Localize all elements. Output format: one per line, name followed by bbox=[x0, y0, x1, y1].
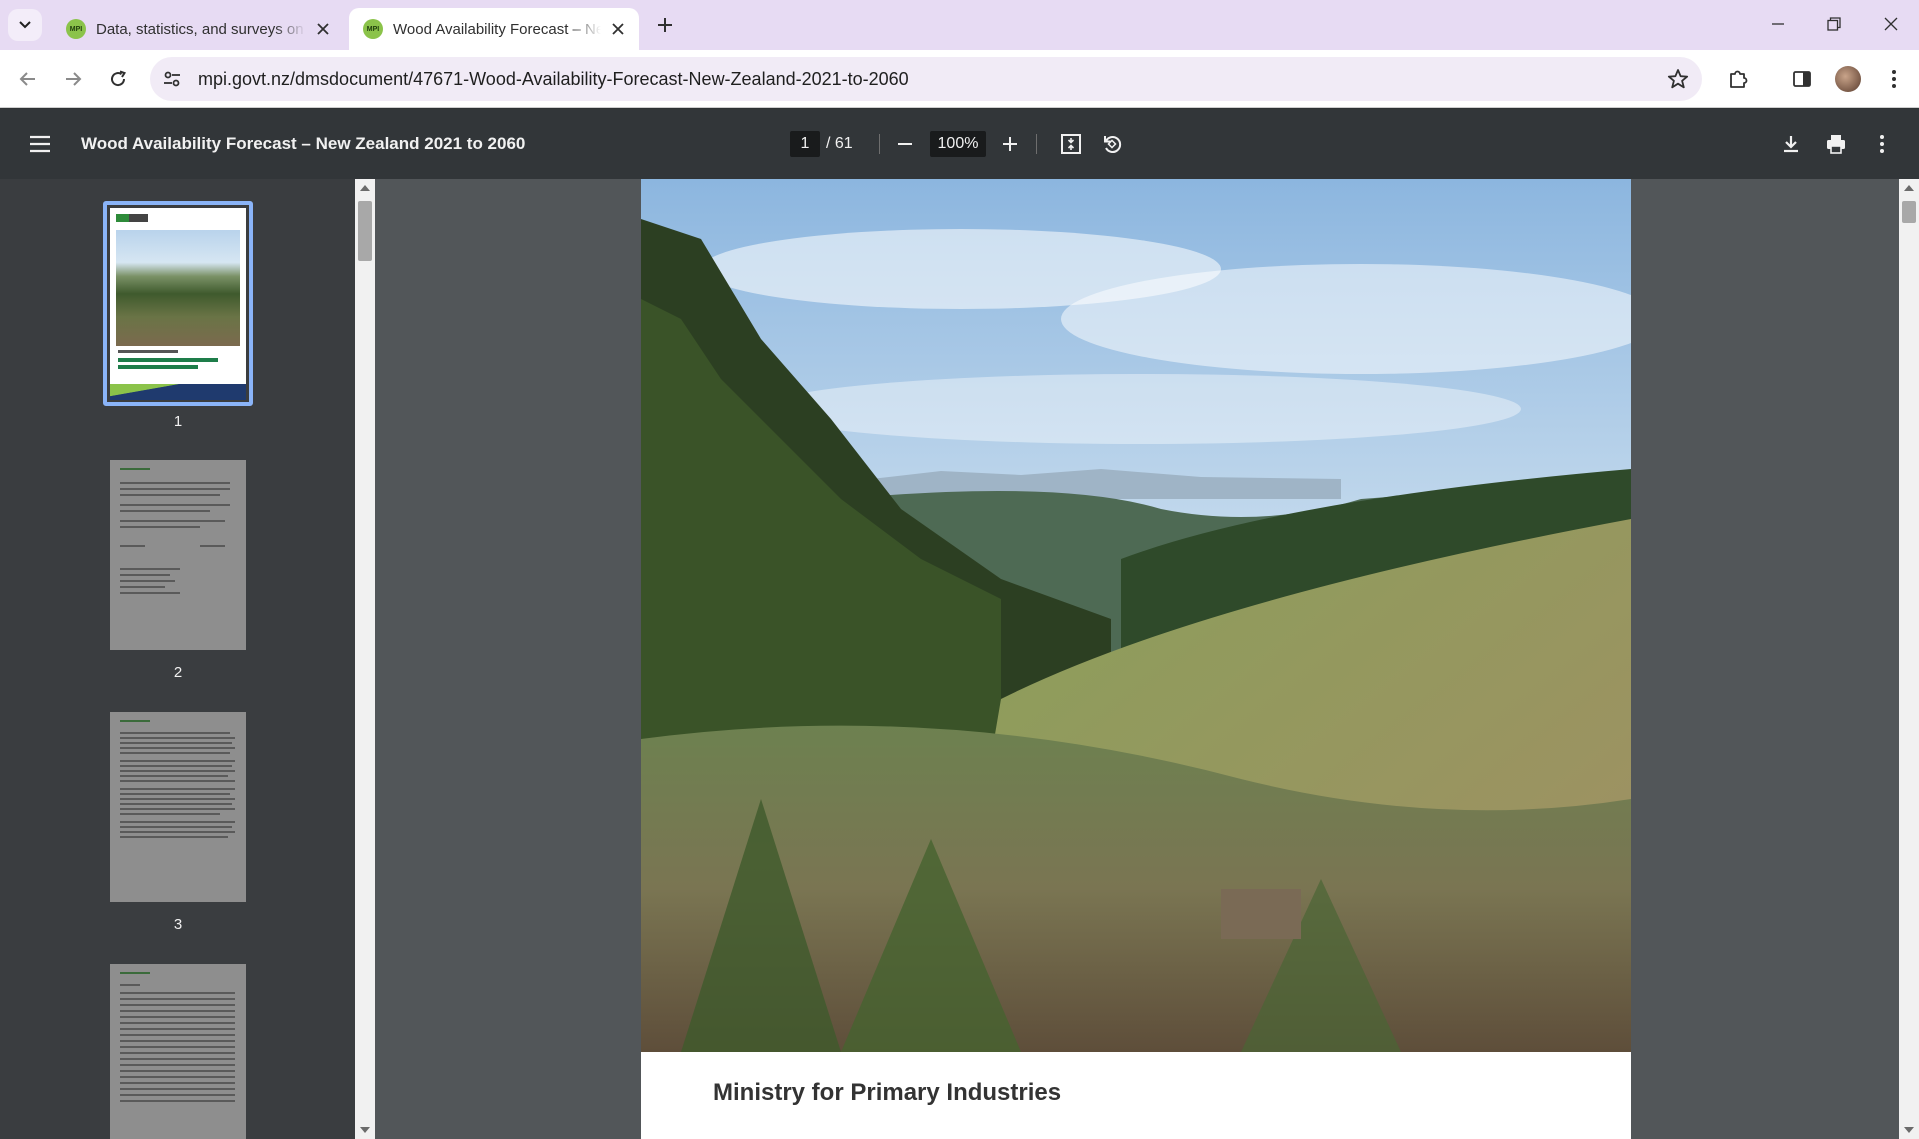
cover-heading: Ministry for Primary Industries bbox=[713, 1079, 1062, 1106]
tab-wood-availability[interactable]: MPI Wood Availability Forecast – New Zea… bbox=[349, 8, 639, 50]
thumbnail-image bbox=[110, 460, 246, 650]
thumbnail-image bbox=[110, 712, 246, 902]
new-tab-button[interactable] bbox=[650, 10, 680, 40]
star-icon bbox=[1667, 69, 1689, 89]
toolbar-divider bbox=[879, 134, 880, 154]
close-icon bbox=[317, 23, 329, 35]
page-total: / 61 bbox=[826, 135, 853, 152]
tune-icon bbox=[164, 71, 180, 87]
site-info-button[interactable] bbox=[160, 67, 184, 91]
plus-icon bbox=[658, 18, 672, 32]
profile-avatar[interactable] bbox=[1835, 66, 1861, 92]
back-button[interactable] bbox=[12, 63, 44, 95]
close-tab-button[interactable] bbox=[312, 18, 334, 40]
close-icon bbox=[1884, 17, 1898, 31]
reload-icon bbox=[111, 70, 127, 87]
scrollbar-thumb[interactable] bbox=[1902, 201, 1916, 223]
more-vertical-icon bbox=[1892, 70, 1896, 88]
puzzle-icon bbox=[1730, 70, 1748, 88]
thumbnail-image bbox=[110, 208, 246, 400]
scroll-up-arrow[interactable] bbox=[360, 185, 370, 191]
thumbnail-label: 3 bbox=[173, 916, 183, 933]
more-vertical-icon bbox=[1880, 135, 1884, 153]
tab-title: Wood Availability Forecast – New Zealand… bbox=[393, 20, 601, 38]
minus-icon bbox=[898, 143, 912, 145]
zoom-level-input[interactable]: 100% bbox=[930, 131, 986, 157]
arrow-right-icon bbox=[66, 72, 82, 86]
zoom-out-button[interactable] bbox=[890, 129, 920, 159]
side-panel-icon bbox=[1793, 71, 1811, 87]
pdf-toolbar: Wood Availability Forecast – New Zealand… bbox=[0, 109, 1919, 179]
side-panel-button[interactable] bbox=[1786, 63, 1818, 95]
menu-icon bbox=[30, 135, 50, 153]
chevron-down-icon bbox=[19, 21, 31, 29]
zoom-in-button[interactable] bbox=[995, 129, 1025, 159]
close-tab-button[interactable] bbox=[607, 18, 629, 40]
scroll-down-arrow[interactable] bbox=[1904, 1127, 1914, 1133]
fit-page-icon bbox=[1061, 134, 1081, 154]
page-number-input[interactable]: 1 bbox=[790, 131, 820, 157]
download-button[interactable] bbox=[1776, 129, 1806, 159]
viewer-scrollbar[interactable] bbox=[1899, 179, 1919, 1139]
minimize-icon bbox=[1772, 23, 1784, 25]
restore-button[interactable] bbox=[1806, 0, 1862, 48]
print-button[interactable] bbox=[1821, 129, 1851, 159]
scroll-up-arrow[interactable] bbox=[1904, 185, 1914, 191]
mpi-favicon-icon: MPI bbox=[66, 19, 86, 39]
print-icon bbox=[1827, 135, 1845, 154]
minimize-button[interactable] bbox=[1750, 0, 1806, 48]
pdf-more-button[interactable] bbox=[1867, 129, 1897, 159]
url-text[interactable]: mpi.govt.nz/dmsdocument/47671-Wood-Avail… bbox=[198, 69, 909, 90]
forward-button[interactable] bbox=[57, 63, 89, 95]
scroll-down-arrow[interactable] bbox=[360, 1127, 370, 1133]
sidebar-scrollbar[interactable] bbox=[355, 179, 375, 1139]
pdf-viewer[interactable]: Ministry for Primary Industries bbox=[375, 179, 1899, 1139]
pdf-page-1: Ministry for Primary Industries bbox=[641, 179, 1631, 1139]
address-bar[interactable]: mpi.govt.nz/dmsdocument/47671-Wood-Avail… bbox=[150, 57, 1702, 101]
tab-search-button[interactable] bbox=[8, 9, 42, 41]
plus-icon bbox=[1003, 137, 1017, 151]
browser-toolbar: mpi.govt.nz/dmsdocument/47671-Wood-Avail… bbox=[0, 50, 1919, 108]
extensions-button[interactable] bbox=[1722, 63, 1754, 95]
thumbnail-sidebar: 1 2 3 bbox=[0, 179, 355, 1139]
tab-data-statistics[interactable]: MPI Data, statistics, and surveys on MPI bbox=[52, 8, 344, 50]
mpi-favicon-icon: MPI bbox=[363, 19, 383, 39]
toolbar-divider bbox=[1036, 134, 1037, 154]
thumbnail-image bbox=[110, 964, 246, 1139]
rotate-icon bbox=[1104, 136, 1122, 153]
rotate-button[interactable] bbox=[1097, 129, 1127, 159]
cover-photo bbox=[641, 179, 1631, 1052]
reload-button[interactable] bbox=[102, 63, 134, 95]
bookmark-button[interactable] bbox=[1666, 67, 1690, 91]
tab-strip: MPI Data, statistics, and surveys on MPI… bbox=[0, 0, 1919, 50]
thumbnail-label: 1 bbox=[173, 413, 183, 430]
close-icon bbox=[612, 23, 624, 35]
fit-to-page-button[interactable] bbox=[1056, 129, 1086, 159]
arrow-left-icon bbox=[19, 72, 35, 86]
scrollbar-thumb[interactable] bbox=[358, 201, 372, 261]
restore-icon bbox=[1827, 17, 1841, 31]
thumbnail-label: 2 bbox=[173, 664, 183, 681]
close-window-button[interactable] bbox=[1863, 0, 1919, 48]
browser-menu-button[interactable] bbox=[1878, 63, 1910, 95]
download-icon bbox=[1784, 136, 1798, 153]
pdf-sidebar-toggle[interactable] bbox=[24, 130, 56, 158]
pdf-title: Wood Availability Forecast – New Zealand… bbox=[81, 134, 526, 153]
tab-title: Data, statistics, and surveys on MPI bbox=[96, 20, 306, 38]
